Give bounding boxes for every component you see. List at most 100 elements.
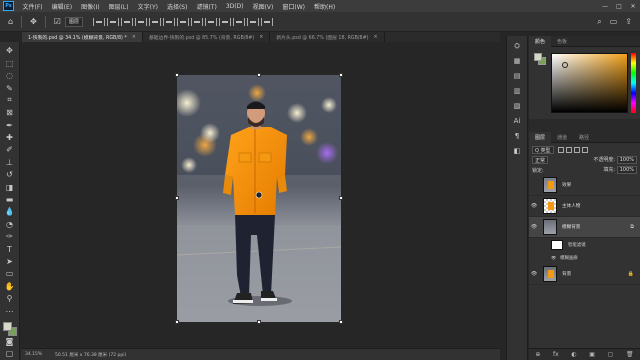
- transform-handle-tl[interactable]: [175, 73, 179, 77]
- menu-window[interactable]: 窗口(W): [278, 2, 310, 11]
- foreground-color-swatch[interactable]: [2, 321, 12, 331]
- tab-document-1[interactable]: 1-快製的.psd @ 34.1% (模糊背景, RGB/8) * ×: [22, 32, 143, 42]
- transform-handle-br[interactable]: [339, 320, 343, 324]
- transform-handle-bl[interactable]: [175, 320, 179, 324]
- auto-select-dropdown[interactable]: 图层: [64, 16, 83, 27]
- filter-adjust-icon[interactable]: [565, 147, 572, 153]
- filter-type-icon[interactable]: [573, 147, 580, 153]
- distribute-icon[interactable]: [176, 17, 189, 26]
- document-info[interactable]: 50.51 厘米 x 76.38 厘米 (72 ppi): [55, 352, 126, 358]
- move-tool-icon[interactable]: ✥: [4, 45, 16, 57]
- libraries-icon[interactable]: ▦: [511, 55, 523, 67]
- new-layer-icon[interactable]: ▢: [608, 351, 614, 358]
- transform-handle-tm[interactable]: [257, 73, 261, 77]
- path-select-icon[interactable]: ➤: [4, 256, 16, 268]
- menu-edit[interactable]: 编辑(E): [47, 2, 76, 11]
- 3d-rotate-icon[interactable]: [260, 17, 273, 26]
- eye-icon[interactable]: 👁: [529, 203, 539, 209]
- tab-document-3[interactable]: 新片头.psd @ 66.7% (图层 18, RGB/8#) ×: [270, 32, 385, 42]
- filter-pixel-icon[interactable]: [557, 147, 564, 153]
- menu-filter[interactable]: 滤镜(T): [192, 2, 221, 11]
- blur-gallery-row[interactable]: 👁 模糊画廊: [529, 251, 640, 264]
- zoom-level[interactable]: 34.15%: [21, 352, 49, 357]
- properties-icon[interactable]: ⛭: [511, 40, 523, 52]
- fill-input[interactable]: 100%: [616, 166, 637, 174]
- layer-row-background[interactable]: 👁 背景 🔒: [529, 264, 640, 285]
- opacity-input[interactable]: 100%: [616, 156, 637, 164]
- share-icon[interactable]: ⇪: [625, 17, 632, 26]
- menu-help[interactable]: 帮助(H): [310, 2, 340, 11]
- minimize-button[interactable]: —: [598, 3, 612, 10]
- layer-row-selected[interactable]: 👁 模糊背景 ⧉: [529, 217, 640, 238]
- layer-row[interactable]: 效果: [529, 175, 640, 196]
- close-icon[interactable]: ×: [259, 35, 263, 40]
- tab-paths[interactable]: 路径: [573, 132, 595, 143]
- color-picker-cursor[interactable]: [562, 62, 568, 68]
- dodge-tool-icon[interactable]: ◔: [4, 218, 16, 230]
- close-icon[interactable]: ×: [374, 35, 378, 40]
- quick-select-icon[interactable]: ✎: [4, 82, 16, 94]
- document-canvas[interactable]: [177, 75, 341, 322]
- character-icon[interactable]: Ai: [511, 115, 523, 127]
- crop-tool-icon[interactable]: ⌗: [4, 95, 16, 107]
- search-icon[interactable]: ⌕: [597, 17, 601, 27]
- close-icon[interactable]: ×: [132, 35, 136, 40]
- align-bottom-icon[interactable]: [162, 17, 175, 26]
- hand-tool-icon[interactable]: ✋: [4, 280, 16, 292]
- distribute-spacing-icon[interactable]: [218, 17, 231, 26]
- eye-icon[interactable]: 👁: [529, 271, 539, 277]
- home-icon[interactable]: ⌂: [8, 17, 13, 26]
- align-left-icon[interactable]: [92, 17, 105, 26]
- align-top-icon[interactable]: [134, 17, 147, 26]
- menu-view[interactable]: 视图(V): [248, 2, 278, 11]
- move-tool-icon[interactable]: ✥: [30, 17, 37, 26]
- healing-brush-icon[interactable]: ✚: [4, 132, 16, 144]
- adjustment-layer-icon[interactable]: ◐: [571, 351, 576, 358]
- foreground-color-swatch[interactable]: [534, 53, 542, 61]
- marquee-tool-icon[interactable]: ⬚: [4, 57, 16, 69]
- tab-channels[interactable]: 通道: [551, 132, 573, 143]
- transform-handle-bm[interactable]: [257, 320, 261, 324]
- clone-stamp-icon[interactable]: ⊥: [4, 157, 16, 169]
- align-center-icon[interactable]: [106, 17, 119, 26]
- menu-select[interactable]: 选择(S): [162, 2, 192, 11]
- workspace-icon[interactable]: ▭: [610, 17, 618, 26]
- pen-tool-icon[interactable]: ✑: [4, 231, 16, 243]
- styles-icon[interactable]: ▥: [511, 85, 523, 97]
- layer-comps-icon[interactable]: ◧: [511, 145, 523, 157]
- color-picker-field[interactable]: [551, 53, 628, 113]
- gradient-tool-icon[interactable]: ▬: [4, 194, 16, 206]
- layer-filter-select[interactable]: Q 类型: [532, 146, 554, 154]
- paragraph-icon[interactable]: ¶: [511, 130, 523, 142]
- frame-tool-icon[interactable]: ⊠: [4, 107, 16, 119]
- more-align-icon[interactable]: [232, 17, 245, 26]
- tab-swatches[interactable]: 色板: [551, 36, 573, 47]
- swatches-icon[interactable]: ▧: [511, 100, 523, 112]
- transform-handle-mr[interactable]: [339, 196, 343, 200]
- color-swatches[interactable]: [2, 321, 17, 336]
- smart-filter-row[interactable]: 智能滤镜: [529, 238, 640, 251]
- eraser-tool-icon[interactable]: ◨: [4, 181, 16, 193]
- 3d-mode-icon[interactable]: [246, 17, 259, 26]
- menu-image[interactable]: 图像(I): [77, 2, 104, 11]
- layer-row[interactable]: 👁 主体人物: [529, 196, 640, 217]
- fx-icon[interactable]: fx: [553, 351, 559, 358]
- trash-icon[interactable]: 🗑: [626, 351, 634, 358]
- lasso-tool-icon[interactable]: ◌: [4, 70, 16, 82]
- adjustments-icon[interactable]: ▤: [511, 70, 523, 82]
- screen-mode-icon[interactable]: ▢: [4, 348, 16, 360]
- history-brush-icon[interactable]: ↺: [4, 169, 16, 181]
- filter-shape-icon[interactable]: [581, 147, 588, 153]
- close-button[interactable]: ✕: [626, 3, 640, 10]
- tab-layers[interactable]: 图层: [529, 131, 552, 143]
- distribute-h-icon[interactable]: [190, 17, 203, 26]
- align-middle-icon[interactable]: [148, 17, 161, 26]
- link-layers-icon[interactable]: ⊕: [535, 351, 540, 358]
- eye-icon[interactable]: 👁: [529, 224, 539, 230]
- more-tools-icon[interactable]: ⋯: [4, 305, 16, 317]
- blur-tool-icon[interactable]: 💧: [4, 206, 16, 218]
- menu-type[interactable]: 文字(Y): [133, 2, 162, 11]
- maximize-button[interactable]: □: [612, 3, 626, 10]
- menu-3d[interactable]: 3D(D): [221, 3, 248, 10]
- auto-select-checkbox-icon[interactable]: ☑: [54, 17, 61, 26]
